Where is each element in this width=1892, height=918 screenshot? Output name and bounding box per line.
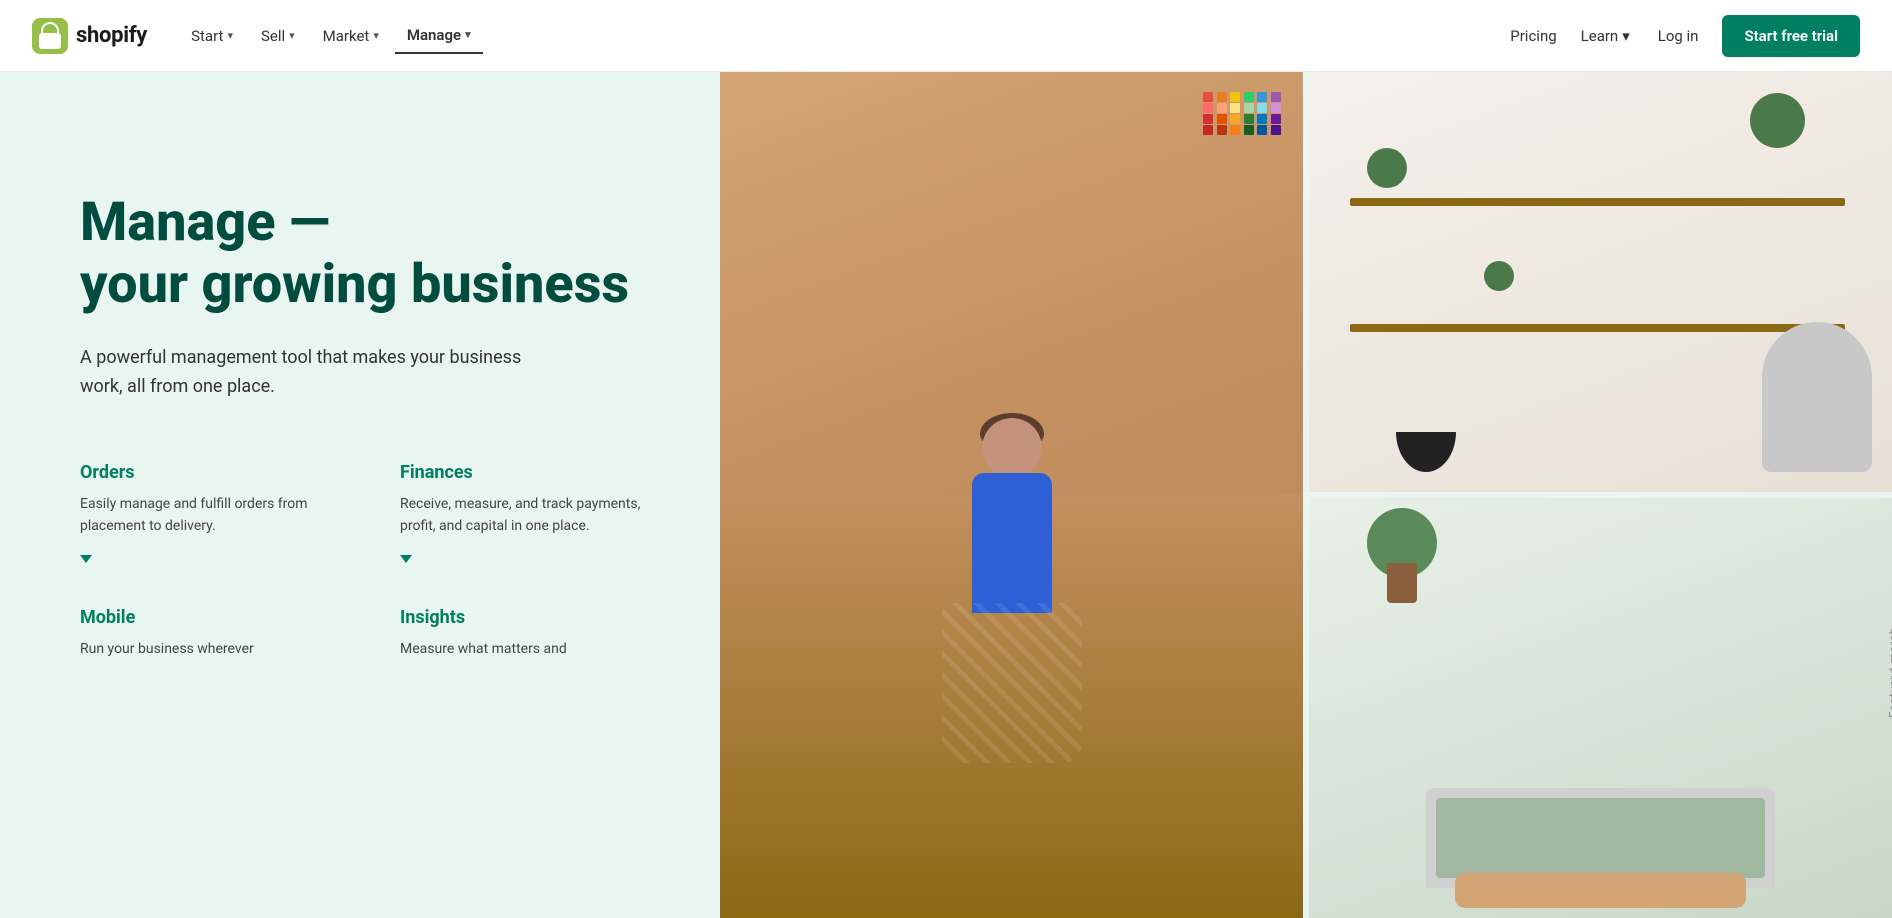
hero-section: Manage —your growing business A powerful… [0, 72, 1892, 918]
person-head [982, 418, 1042, 478]
person-skirt [942, 603, 1082, 763]
learn-label: Learn [1581, 27, 1619, 45]
features-grid: Orders Easily manage and fulfill orders … [80, 462, 660, 670]
bowl [1396, 432, 1456, 472]
feature-finances: Finances Receive, measure, and track pay… [400, 462, 660, 567]
chevron-down-icon: ▾ [227, 29, 233, 42]
shopify-bag-icon [32, 18, 68, 54]
shelf-1 [1350, 198, 1846, 206]
shelf-scene [1309, 72, 1892, 492]
hero-images: Featured merch [720, 72, 1892, 918]
learn-button[interactable]: Learn ▾ [1577, 19, 1634, 53]
pricing-link[interactable]: Pricing [1506, 19, 1560, 53]
feature-finances-title: Finances [400, 462, 660, 483]
hero-top-right-image [1309, 72, 1892, 492]
hero-title: Manage —your growing business [80, 192, 660, 316]
nav-item-manage[interactable]: Manage ▾ [395, 18, 483, 54]
feature-orders-title: Orders [80, 462, 340, 483]
logo-link[interactable]: shopify [32, 18, 147, 54]
chevron-down-icon: ▾ [289, 29, 295, 42]
feature-mobile-desc: Run your business wherever [80, 638, 340, 660]
chevron-down-icon: ▾ [465, 28, 471, 41]
nav-item-start[interactable]: Start ▾ [179, 19, 245, 53]
nav-links: Start ▾ Sell ▾ Market ▾ Manage ▾ [179, 18, 1506, 54]
chevron-down-icon: ▾ [373, 29, 379, 42]
laptop-scene [1309, 498, 1892, 918]
hands [1455, 873, 1747, 908]
nav-start-label: Start [191, 27, 223, 45]
nav-right: Pricing Learn ▾ Log in Start free trial [1506, 15, 1860, 57]
plant-2 [1750, 93, 1805, 148]
feature-insights-desc: Measure what matters and [400, 638, 660, 660]
nav-sell-label: Sell [261, 27, 285, 45]
nav-market-label: Market [323, 27, 370, 45]
feature-insights-title: Insights [400, 607, 660, 628]
feature-finances-desc: Receive, measure, and track payments, pr… [400, 493, 660, 538]
feature-mobile-title: Mobile [80, 607, 340, 628]
orders-expand-icon[interactable] [80, 555, 92, 563]
start-trial-button[interactable]: Start free trial [1722, 15, 1860, 57]
plant-3 [1484, 261, 1514, 291]
feature-orders: Orders Easily manage and fulfill orders … [80, 462, 340, 567]
plant-1 [1367, 148, 1407, 188]
logo-text: shopify [76, 23, 147, 48]
featured-merch-label: Featured merch [1887, 627, 1892, 718]
hero-left: Manage —your growing business A powerful… [0, 72, 720, 918]
color-swatches [1203, 92, 1283, 135]
main-scene [720, 72, 1303, 918]
nav-manage-label: Manage [407, 26, 461, 44]
plant-stem [1387, 563, 1417, 603]
nav-item-sell[interactable]: Sell ▾ [249, 19, 307, 53]
feature-orders-desc: Easily manage and fulfill orders from pl… [80, 493, 340, 538]
hero-subtitle: A powerful management tool that makes yo… [80, 344, 540, 402]
nav-item-market[interactable]: Market ▾ [311, 19, 391, 53]
finances-expand-icon[interactable] [400, 555, 412, 563]
person-body [972, 473, 1052, 613]
chevron-down-icon: ▾ [1622, 27, 1630, 45]
feature-insights: Insights Measure what matters and [400, 607, 660, 670]
shelf-2 [1350, 324, 1846, 332]
navigation: shopify Start ▾ Sell ▾ Market ▾ Manage ▾… [0, 0, 1892, 72]
person-figure [912, 418, 1112, 918]
laptop-screen [1436, 798, 1766, 878]
chair [1762, 322, 1872, 472]
hero-main-image [720, 72, 1303, 918]
hero-bottom-right-image: Featured merch [1309, 498, 1892, 918]
login-link[interactable]: Log in [1650, 19, 1707, 53]
feature-mobile: Mobile Run your business wherever [80, 607, 340, 670]
